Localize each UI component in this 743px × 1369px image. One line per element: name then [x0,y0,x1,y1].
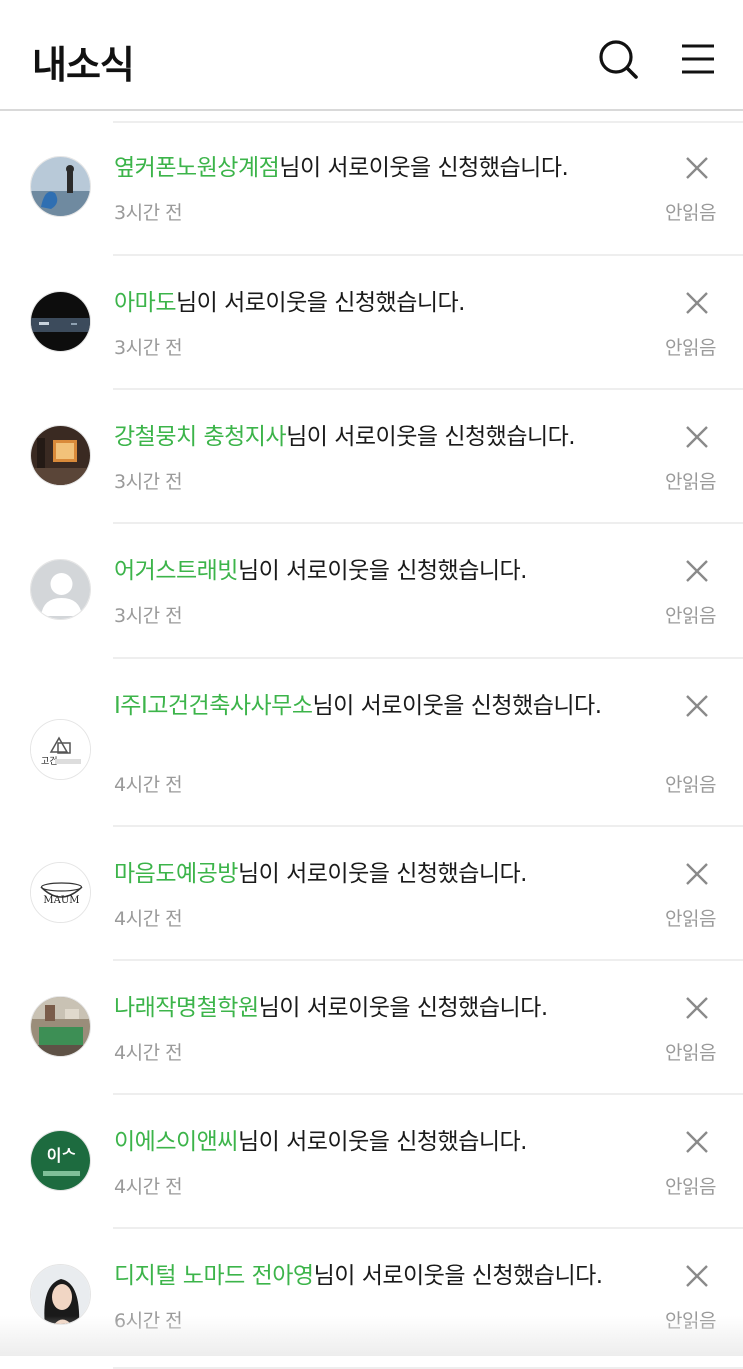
sender-name[interactable]: 강철뭉치 충청지사 [114,424,286,450]
notification-message[interactable]: 어거스트래빗님이 서로이웃을 신청했습니다. [114,554,619,589]
notification-item[interactable]: 아마도님이 서로이웃을 신청했습니다. 3시간 전 안읽음 [0,256,743,390]
sender-name[interactable]: 나래작명철학원 [114,995,259,1021]
unread-status: 안읽음 [665,770,716,797]
unread-status: 안읽음 [665,601,716,628]
notification-message[interactable]: 강철뭉치 충청지사님이 서로이웃을 신청했습니다. [114,420,619,455]
notification-item[interactable]: 이ᄉ 이에스이앤씨님이 서로이웃을 신청했습니다. 4시간 전 안읽음 [0,1095,743,1229]
close-icon [682,859,712,889]
message-text: 님이 서로이웃을 신청했습니다. [314,1263,603,1289]
close-button[interactable] [682,993,712,1023]
notification-message[interactable]: 아마도님이 서로이웃을 신청했습니다. [114,286,619,321]
notification-item[interactable]: 옆커폰노원상계점님이 서로이웃을 신청했습니다. 3시간 전 안읽음 [0,121,743,256]
bottom-fade [0,1316,743,1356]
unread-status: 안읽음 [665,1172,716,1199]
close-button[interactable] [682,288,712,318]
close-button[interactable] [682,422,712,452]
sender-name[interactable]: 디지털 노마드 전아영 [114,1263,314,1289]
close-icon [682,1261,712,1291]
notification-message[interactable]: 옆커폰노원상계점님이 서로이웃을 신청했습니다. [114,151,619,186]
avatar[interactable]: 이ᄉ [30,1130,91,1191]
search-icon [596,37,640,81]
avatar[interactable]: MAUM [30,862,91,923]
message-text: 님이 서로이웃을 신청했습니다. [238,558,527,584]
unread-status: 안읽음 [665,904,716,931]
notification-message[interactable]: 마음도예공방님이 서로이웃을 신청했습니다. [114,857,619,892]
notification-message[interactable]: I주I고건건축사사무소님이 서로이웃을 신청했습니다. [114,689,619,724]
message-text: 님이 서로이웃을 신청했습니다. [259,995,548,1021]
app-header: 내소식 [0,0,743,111]
message-text: 님이 서로이웃을 신청했습니다. [176,290,465,316]
avatar[interactable] [30,156,91,217]
sender-name[interactable]: 어거스트래빗 [114,558,238,584]
timestamp: 3시간 전 [114,467,182,494]
timestamp: 3시간 전 [114,198,182,225]
close-icon [682,556,712,586]
sender-name[interactable]: 옆커폰노원상계점 [114,155,279,181]
timestamp: 3시간 전 [114,601,182,628]
notification-item[interactable]: 강철뭉치 충청지사님이 서로이웃을 신청했습니다. 3시간 전 안읽음 [0,390,743,524]
sender-name[interactable]: 이에스이앤씨 [114,1129,238,1155]
notification-message[interactable]: 디지털 노마드 전아영님이 서로이웃을 신청했습니다. [114,1259,619,1294]
unread-status: 안읽음 [665,1038,716,1065]
timestamp: 4시간 전 [114,1038,182,1065]
close-button[interactable] [682,691,712,721]
timestamp: 4시간 전 [114,1172,182,1199]
avatar[interactable]: 고건 [30,719,91,780]
notification-item[interactable]: 어거스트래빗님이 서로이웃을 신청했습니다. 3시간 전 안읽음 [0,524,743,659]
svg-text:MAUM: MAUM [43,895,79,906]
notification-message[interactable]: 이에스이앤씨님이 서로이웃을 신청했습니다. [114,1125,619,1160]
timestamp: 3시간 전 [114,333,182,360]
avatar[interactable] [30,425,91,486]
message-text: 님이 서로이웃을 신청했습니다. [279,155,568,181]
search-button[interactable] [595,36,641,82]
unread-status: 안읽음 [665,198,716,225]
hamburger-menu-icon [678,39,718,79]
close-button[interactable] [682,1127,712,1157]
message-text: 님이 서로이웃을 신청했습니다. [313,693,602,719]
notification-item[interactable]: 나래작명철학원님이 서로이웃을 신청했습니다. 4시간 전 안읽음 [0,961,743,1095]
close-icon [682,993,712,1023]
close-button[interactable] [682,1261,712,1291]
timestamp: 4시간 전 [114,770,182,797]
sender-name[interactable]: I주I고건건축사사무소 [114,693,313,719]
avatar[interactable] [30,559,91,620]
message-text: 님이 서로이웃을 신청했습니다. [286,424,575,450]
notification-list: 옆커폰노원상계점님이 서로이웃을 신청했습니다.3시간 전안읽음아마도님이 서로… [0,121,743,1369]
page-title: 내소식 [32,34,134,89]
close-icon [682,691,712,721]
sender-name[interactable]: 마음도예공방 [114,861,238,887]
unread-status: 안읽음 [665,467,716,494]
notification-item[interactable]: 고건 I주I고건건축사사무소님이 서로이웃을 신청했습니다. 4시간 전 안읽음 [0,659,743,827]
notification-item[interactable]: MAUM 마음도예공방님이 서로이웃을 신청했습니다. 4시간 전 안읽음 [0,827,743,961]
close-icon [682,153,712,183]
close-button[interactable] [682,153,712,183]
close-button[interactable] [682,556,712,586]
unread-status: 안읽음 [665,333,716,360]
timestamp: 4시간 전 [114,904,182,931]
avatar[interactable] [30,996,91,1057]
message-text: 님이 서로이웃을 신청했습니다. [238,1129,527,1155]
close-icon [682,288,712,318]
close-icon [682,1127,712,1157]
menu-button[interactable] [675,36,721,82]
avatar[interactable] [30,291,91,352]
close-button[interactable] [682,859,712,889]
svg-text:이ᄉ: 이ᄉ [47,1146,76,1165]
message-text: 님이 서로이웃을 신청했습니다. [238,861,527,887]
sender-name[interactable]: 아마도 [114,290,176,316]
close-icon [682,422,712,452]
notification-message[interactable]: 나래작명철학원님이 서로이웃을 신청했습니다. [114,991,619,1026]
